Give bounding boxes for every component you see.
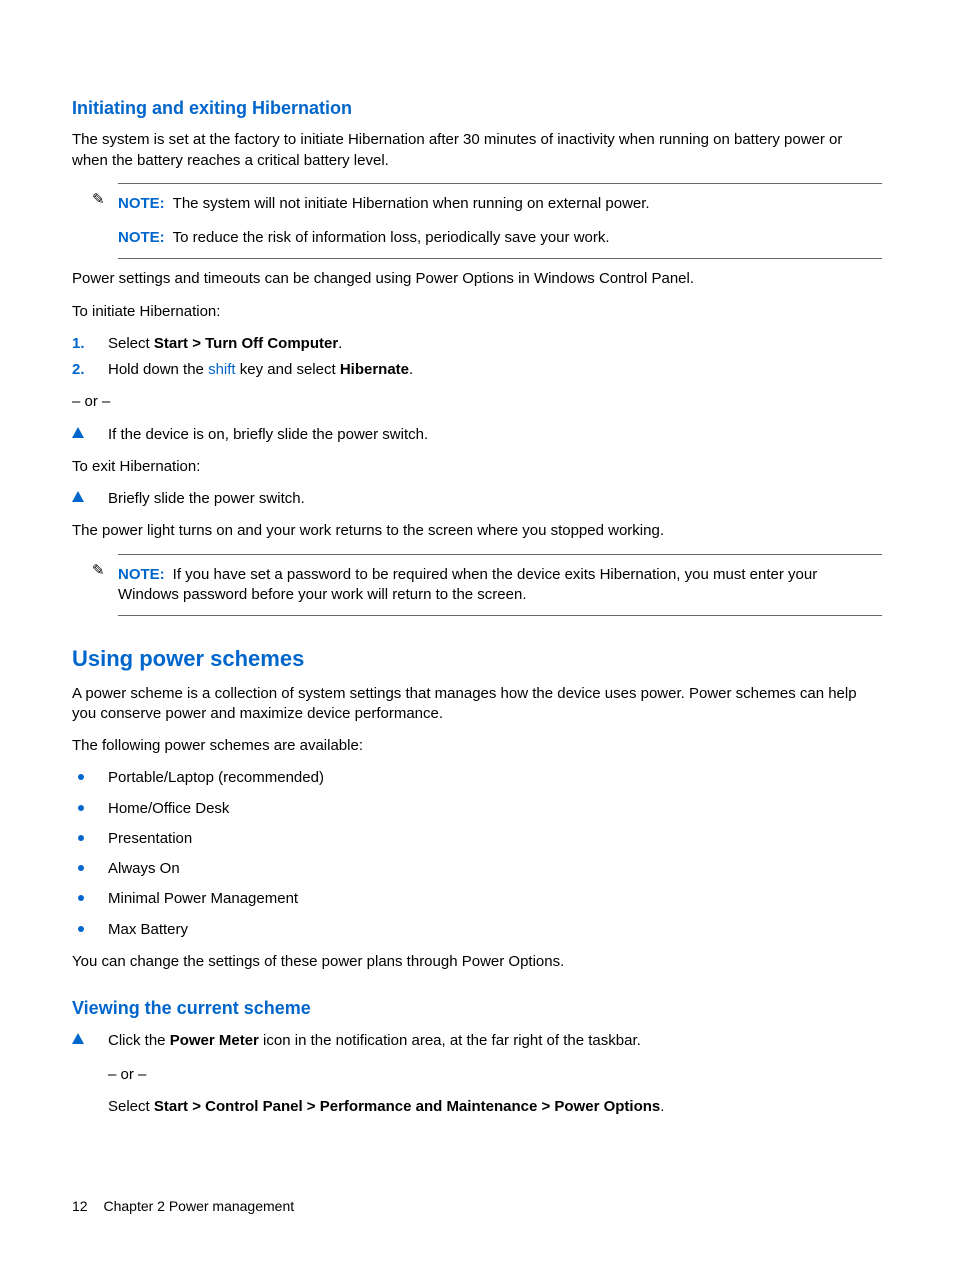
note-text: If you have set a password to be require… xyxy=(118,566,817,603)
bullet-text: If the device is on, briefly slide the p… xyxy=(108,426,428,443)
bullet-dot-icon xyxy=(78,926,84,932)
bullet-dot-icon xyxy=(78,865,84,871)
step-text-pre: Select xyxy=(108,335,154,352)
paragraph: Power settings and timeouts can be chang… xyxy=(72,269,882,289)
bullet-text-pre: Click the xyxy=(108,1032,170,1049)
step-bold: Start > Turn Off Computer xyxy=(154,335,338,352)
shift-key-text: shift xyxy=(208,361,236,378)
note-text: The system will not initiate Hibernation… xyxy=(173,195,650,212)
step-bold: Hibernate xyxy=(340,361,409,378)
note-line-1: NOTE: The system will not initiate Hibern… xyxy=(118,194,882,214)
step-number: 2. xyxy=(72,360,85,380)
triangle-bullet-item: Briefly slide the power switch. xyxy=(72,489,882,509)
or-separator: – or – xyxy=(108,1065,882,1085)
heading-viewing-current-scheme: Viewing the current scheme xyxy=(72,996,882,1020)
list-item: Home/Office Desk xyxy=(72,799,882,819)
note-line: NOTE:If you have set a password to be re… xyxy=(118,565,882,606)
triangle-icon xyxy=(72,1033,84,1044)
step-text-mid: key and select xyxy=(236,361,340,378)
chapter-label: Chapter 2 Power management xyxy=(103,1198,294,1214)
list-item: Presentation xyxy=(72,829,882,849)
list-item: Portable/Laptop (recommended) xyxy=(72,768,882,788)
paragraph: The power light turns on and your work r… xyxy=(72,521,882,541)
bullet-text-post: icon in the notification area, at the fa… xyxy=(259,1032,641,1049)
bullet-bold: Power Meter xyxy=(170,1032,259,1049)
or-separator: – or – xyxy=(72,392,882,412)
step-2: 2. Hold down the shift key and select Hi… xyxy=(72,360,882,380)
triangle-icon xyxy=(72,427,84,438)
triangle-bullet-item: Click the Power Meter icon in the notifi… xyxy=(72,1031,882,1118)
note-line-2: NOTE: To reduce the risk of information l… xyxy=(118,228,882,248)
note-label: NOTE: xyxy=(118,195,165,212)
note-box-1: ✎ NOTE:The system will not initiate Hibe… xyxy=(118,183,882,260)
bullet-text: Briefly slide the power switch. xyxy=(108,490,305,507)
bullet-bold: Start > Control Panel > Performance and … xyxy=(154,1098,660,1115)
list-item-text: Presentation xyxy=(108,830,192,847)
bullet-dot-icon xyxy=(78,805,84,811)
bullet-text-pre: Select xyxy=(108,1098,154,1115)
power-schemes-list: Portable/Laptop (recommended) Home/Offic… xyxy=(72,768,882,940)
note-label: NOTE: xyxy=(118,229,165,246)
list-item-text: Portable/Laptop (recommended) xyxy=(108,769,324,786)
page-number: 12 xyxy=(72,1198,88,1214)
bullet-dot-icon xyxy=(78,895,84,901)
paragraph: The following power schemes are availabl… xyxy=(72,736,882,756)
bullet-alt-line: Select Start > Control Panel > Performan… xyxy=(108,1097,882,1117)
list-item-text: Minimal Power Management xyxy=(108,890,298,907)
triangle-icon xyxy=(72,491,84,502)
bullet-content: Click the Power Meter icon in the notifi… xyxy=(108,1031,882,1118)
paragraph: You can change the settings of these pow… xyxy=(72,952,882,972)
note-label: NOTE: xyxy=(118,566,165,583)
heading-initiating-exiting-hibernation: Initiating and exiting Hibernation xyxy=(72,96,882,120)
paragraph: To initiate Hibernation: xyxy=(72,302,882,322)
bullet-dot-icon xyxy=(78,835,84,841)
note-icon: ✎ xyxy=(92,561,105,581)
list-item-text: Max Battery xyxy=(108,921,188,938)
bullet-dot-icon xyxy=(78,774,84,780)
step-number: 1. xyxy=(72,334,85,354)
step-1: 1. Select Start > Turn Off Computer. xyxy=(72,334,882,354)
triangle-bullet-item: If the device is on, briefly slide the p… xyxy=(72,425,882,445)
ordered-steps: 1. Select Start > Turn Off Computer. 2. … xyxy=(72,334,882,381)
list-item: Max Battery xyxy=(72,920,882,940)
heading-using-power-schemes: Using power schemes xyxy=(72,644,882,674)
note-box-2: ✎ NOTE:If you have set a password to be … xyxy=(118,554,882,617)
list-item-text: Always On xyxy=(108,860,180,877)
step-text-pre: Hold down the xyxy=(108,361,208,378)
list-item-text: Home/Office Desk xyxy=(108,800,229,817)
step-text-end: . xyxy=(338,335,342,352)
note-text: To reduce the risk of information loss, … xyxy=(173,229,610,246)
list-item: Minimal Power Management xyxy=(72,889,882,909)
intro-paragraph: A power scheme is a collection of system… xyxy=(72,684,882,725)
step-text-end: . xyxy=(409,361,413,378)
intro-paragraph: The system is set at the factory to init… xyxy=(72,130,882,171)
bullet-text-end: . xyxy=(660,1098,664,1115)
paragraph: To exit Hibernation: xyxy=(72,457,882,477)
list-item: Always On xyxy=(72,859,882,879)
page-footer: 12 Chapter 2 Power management xyxy=(72,1197,882,1216)
note-icon: ✎ xyxy=(92,190,105,210)
